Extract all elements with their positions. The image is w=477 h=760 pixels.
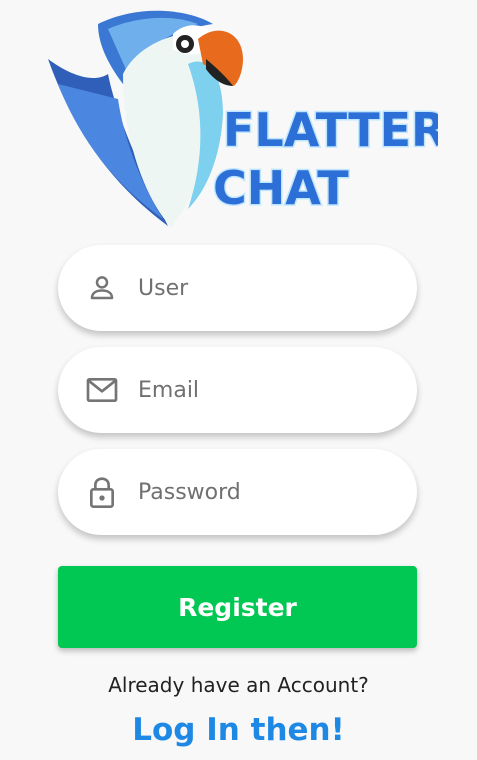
password-input[interactable] [138, 449, 398, 535]
user-field[interactable] [58, 245, 417, 331]
parrot-logo-icon: FLATTER CHAT [48, 10, 438, 230]
lock-icon [86, 476, 118, 508]
logo-line-2: CHAT [213, 161, 349, 215]
user-input[interactable] [138, 245, 398, 331]
login-link[interactable]: Log In then! [0, 712, 477, 748]
email-input[interactable] [138, 347, 398, 433]
register-screen: FLATTER CHAT User Email Register Already… [0, 0, 477, 760]
already-have-account-text: Already have an Account? [108, 673, 369, 697]
password-field[interactable] [58, 449, 417, 535]
mail-icon [86, 374, 118, 406]
app-logo: FLATTER CHAT [38, 4, 438, 234]
register-button[interactable]: Register [58, 566, 417, 648]
person-icon [86, 272, 118, 304]
logo-line-1: FLATTER [223, 103, 438, 157]
email-field[interactable] [58, 347, 417, 433]
